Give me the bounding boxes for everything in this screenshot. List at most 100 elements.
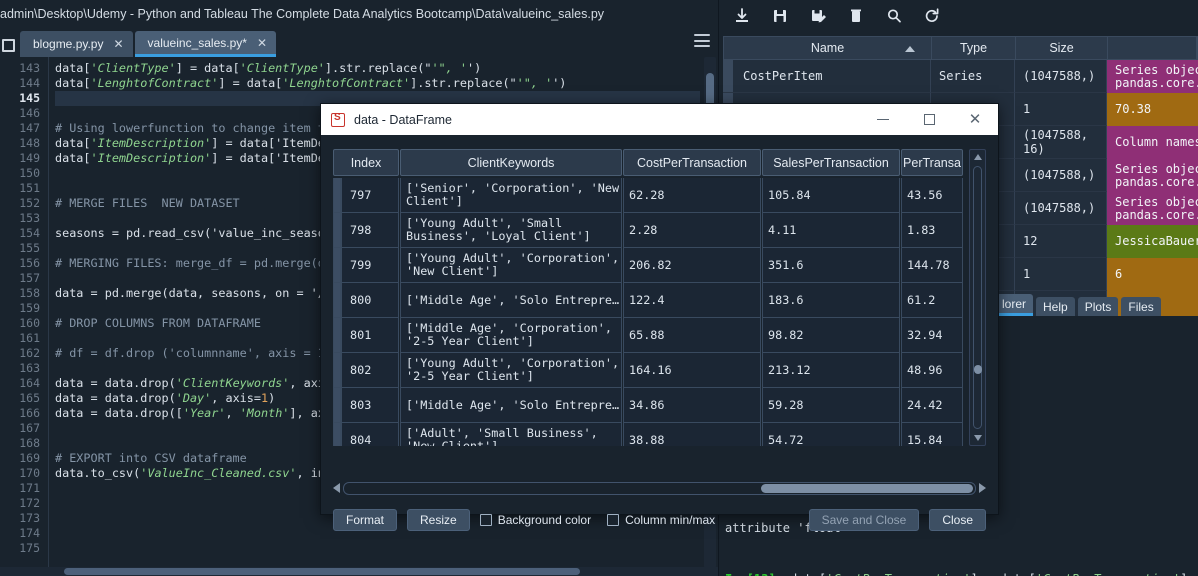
console-tab-plots[interactable]: Plots <box>1077 297 1119 316</box>
cell-clientkeywords[interactable]: ['Middle Age', 'Solo Entrepre… <box>400 283 622 318</box>
cell-salespertransaction[interactable]: 54.72 <box>762 423 900 446</box>
cell-clientkeywords[interactable]: ['Senior', 'Corporation', 'New Client'] <box>400 178 622 213</box>
cell-pertransaction[interactable]: 43.56 <box>901 178 963 213</box>
scroll-right-icon[interactable] <box>979 483 986 493</box>
close-icon[interactable]: ✕ <box>952 104 998 135</box>
dataframe-horizontal-scrollbar[interactable] <box>333 480 986 496</box>
cell-costpertransaction[interactable]: 62.28 <box>623 178 761 213</box>
editor-tab-blogme[interactable]: blogme.py.py ✕ <box>20 31 133 57</box>
scroll-up-icon[interactable] <box>974 154 982 160</box>
table-row[interactable]: 803 ['Middle Age', 'Solo Entrepre… 34.86 59… <box>333 388 966 423</box>
cell-costpertransaction[interactable]: 2.28 <box>623 213 761 248</box>
column-header-label: Name <box>810 41 845 55</box>
save-data-as-icon[interactable] <box>809 7 827 25</box>
cell-costpertransaction[interactable]: 38.88 <box>623 423 761 446</box>
dataframe-vertical-scrollbar[interactable] <box>969 149 986 446</box>
console-tab-lorer[interactable]: lorer <box>995 294 1034 316</box>
cell-salespertransaction[interactable]: 183.6 <box>762 283 900 318</box>
column-header-name[interactable]: Name <box>724 37 932 59</box>
cell-costpertransaction[interactable]: 65.88 <box>623 318 761 353</box>
column-header-costpertransaction[interactable]: CostPerTransaction <box>623 149 761 176</box>
cell-salespertransaction[interactable]: 59.28 <box>762 388 900 423</box>
scrollbar-track[interactable] <box>973 166 982 429</box>
cell-costpertransaction[interactable]: 122.4 <box>623 283 761 318</box>
tab-list-icon[interactable] <box>0 35 16 57</box>
column-header-type[interactable]: Type <box>932 37 1016 59</box>
cell-index[interactable]: 798 <box>341 213 399 248</box>
table-row[interactable]: 797 ['Senior', 'Corporation', 'New Client… <box>333 178 966 213</box>
cell-index[interactable]: 801 <box>341 318 399 353</box>
remove-all-variables-icon[interactable] <box>847 7 865 25</box>
cell-salespertransaction[interactable]: 4.11 <box>762 213 900 248</box>
scrollbar-thumb[interactable] <box>64 568 580 575</box>
minimize-icon[interactable] <box>860 104 906 135</box>
column-header-clientkeywords[interactable]: ClientKeywords <box>400 149 622 176</box>
scroll-down-icon[interactable] <box>974 435 982 441</box>
cell-clientkeywords[interactable]: ['Middle Age', 'Solo Entrepre… <box>400 388 622 423</box>
cell-costpertransaction[interactable]: 206.82 <box>623 248 761 283</box>
cell-costpertransaction[interactable]: 164.16 <box>623 353 761 388</box>
checkbox-box[interactable] <box>479 514 492 526</box>
cell-pertransaction[interactable]: 144.78 <box>901 248 963 283</box>
cell-pertransaction[interactable]: 24.42 <box>901 388 963 423</box>
scrollbar-track[interactable] <box>343 481 976 495</box>
cell-pertransaction[interactable]: 61.2 <box>901 283 963 318</box>
cell-clientkeywords[interactable]: ['Adult', 'Small Business', 'New Client'… <box>400 423 622 446</box>
cell-salespertransaction[interactable]: 351.6 <box>762 248 900 283</box>
scrollbar-thumb[interactable] <box>974 365 982 374</box>
refresh-icon[interactable] <box>923 7 941 25</box>
editor-options-icon[interactable] <box>694 34 710 47</box>
column-header-value[interactable] <box>1108 37 1197 59</box>
dialog-title-bar[interactable]: data - DataFrame ✕ <box>321 104 998 135</box>
cell-clientkeywords[interactable]: ['Young Adult', 'Corporation', '2-5 Year… <box>400 353 622 388</box>
column-header-index[interactable]: Index <box>333 149 399 176</box>
scrollbar-thumb[interactable] <box>761 483 973 493</box>
scroll-left-icon[interactable] <box>333 483 340 493</box>
cell-clientkeywords[interactable]: ['Middle Age', 'Corporation', '2-5 Year … <box>400 318 622 353</box>
cell-salespertransaction[interactable]: 213.12 <box>762 353 900 388</box>
cell-index[interactable]: 799 <box>341 248 399 283</box>
column-minmax-checkbox[interactable]: Column min/max <box>607 513 715 527</box>
maximize-icon[interactable] <box>906 104 952 135</box>
cell-pertransaction[interactable]: 48.96 <box>901 353 963 388</box>
cell-index[interactable]: 800 <box>341 283 399 318</box>
column-header-pertransaction[interactable]: PerTransa <box>901 149 963 176</box>
cell-pertransaction[interactable]: 1.83 <box>901 213 963 248</box>
resize-button[interactable]: Resize <box>407 509 470 531</box>
cell-pertransaction[interactable]: 15.84 <box>901 423 963 446</box>
column-header-size[interactable]: Size <box>1016 37 1108 59</box>
table-row[interactable]: 802 ['Young Adult', 'Corporation', '2-5 Y… <box>333 353 966 388</box>
cell-pertransaction[interactable]: 32.94 <box>901 318 963 353</box>
console-tab-files[interactable]: Files <box>1121 297 1161 316</box>
table-row[interactable]: 798 ['Young Adult', 'Small Business', 'Lo… <box>333 213 966 248</box>
table-row[interactable]: 801 ['Middle Age', 'Corporation', '2-5 Ye… <box>333 318 966 353</box>
import-data-icon[interactable] <box>733 7 751 25</box>
dataframe-table[interactable]: Index ClientKeywords CostPerTransaction … <box>333 149 986 449</box>
close-icon[interactable]: ✕ <box>257 36 267 50</box>
cell-costpertransaction[interactable]: 34.86 <box>623 388 761 423</box>
cell-index[interactable]: 797 <box>341 178 399 213</box>
table-row[interactable]: 799 ['Young Adult', 'Corporation', 'New C… <box>333 248 966 283</box>
save-and-close-button[interactable]: Save and Close <box>808 509 920 531</box>
console-tab-help[interactable]: Help <box>1036 297 1075 316</box>
table-row[interactable]: 800 ['Middle Age', 'Solo Entrepre… 122.4 18… <box>333 283 966 318</box>
table-row[interactable]: 804 ['Adult', 'Small Business', 'New Clie… <box>333 423 966 446</box>
cell-index[interactable]: 803 <box>341 388 399 423</box>
cell-clientkeywords[interactable]: ['Young Adult', 'Small Business', 'Loyal… <box>400 213 622 248</box>
cell-index[interactable]: 804 <box>341 423 399 446</box>
cell-index[interactable]: 802 <box>341 353 399 388</box>
variable-row[interactable]: CostPerItemSeries(1047588,)Series object… <box>723 60 1198 93</box>
checkbox-box[interactable] <box>607 514 620 526</box>
close-icon[interactable]: ✕ <box>113 37 123 51</box>
cell-salespertransaction[interactable]: 105.84 <box>762 178 900 213</box>
column-header-salespertransaction[interactable]: SalesPerTransaction <box>762 149 900 176</box>
editor-tab-valueinc-sales[interactable]: valueinc_sales.py* ✕ <box>134 31 277 57</box>
editor-horizontal-scrollbar[interactable] <box>0 567 718 576</box>
cell-salespertransaction[interactable]: 98.82 <box>762 318 900 353</box>
cell-clientkeywords[interactable]: ['Young Adult', 'Corporation', 'New Clie… <box>400 248 622 283</box>
search-icon[interactable] <box>885 7 903 25</box>
background-color-checkbox[interactable]: Background color <box>479 513 591 527</box>
save-data-icon[interactable] <box>771 7 789 25</box>
format-button[interactable]: Format <box>333 509 398 531</box>
close-button[interactable]: Close <box>929 509 986 531</box>
